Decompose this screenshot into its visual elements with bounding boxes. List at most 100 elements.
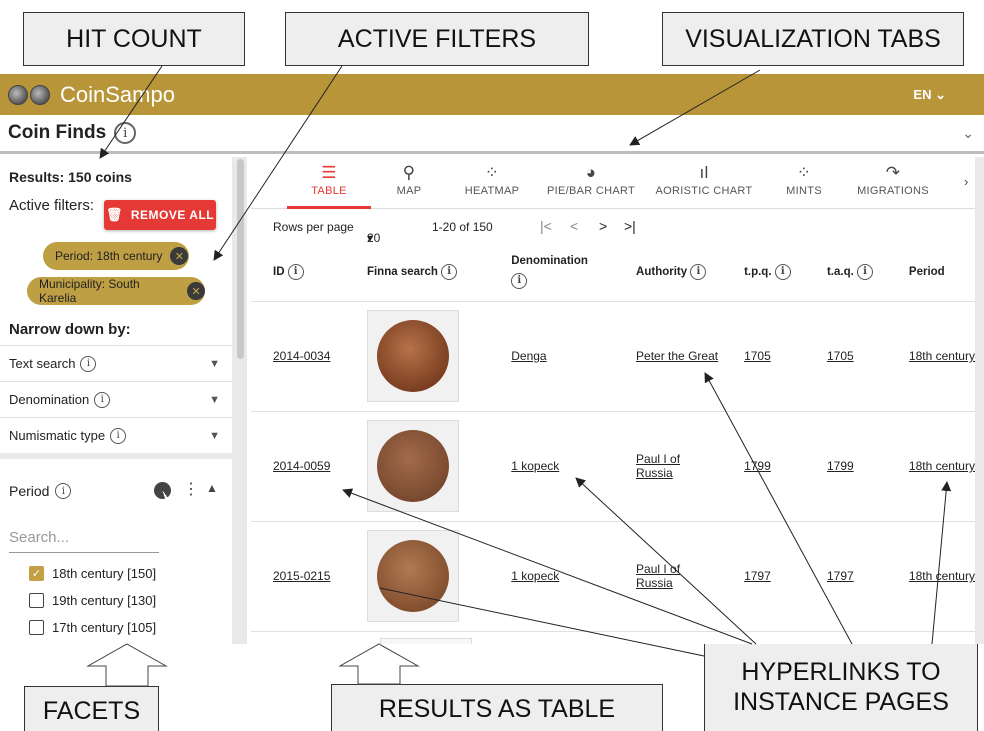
id-link[interactable]: 2015-0215 [273, 569, 330, 583]
tab-map[interactable]: ⚲ MAP [379, 163, 439, 197]
taq-link[interactable]: 1705 [827, 349, 854, 363]
curved-arrow-icon: ↷ [885, 163, 901, 182]
authority-link[interactable]: Peter the Great [636, 349, 718, 363]
info-icon[interactable]: i [690, 263, 707, 280]
close-icon[interactable]: ✕ [170, 247, 189, 265]
info-icon[interactable]: i [441, 263, 458, 280]
denomination-link[interactable]: 1 kopeck [511, 459, 559, 473]
language-selector[interactable]: EN ⌄ [913, 87, 946, 103]
taq-link[interactable]: 1797 [827, 569, 854, 583]
table-row: 2014-0059 1 kopeck Paul I of Russia 1799… [251, 411, 975, 522]
column-header-id[interactable]: ID i [251, 243, 345, 302]
callout-text: FACETS [42, 697, 141, 725]
remove-all-button[interactable]: 🗑 REMOVE ALL [104, 200, 216, 230]
info-icon[interactable]: i [94, 391, 111, 408]
filters-panel: Results: 150 coins Active filters: 🗑 REM… [0, 157, 232, 453]
more-options-icon[interactable]: ⋮ [183, 479, 199, 499]
callout-visualization-tabs: VISUALIZATION TABS [662, 12, 964, 66]
id-link[interactable]: 2014-0059 [273, 459, 330, 473]
id-link[interactable]: 2014-0034 [273, 349, 330, 363]
column-header-denomination[interactable]: Denomination i [489, 243, 615, 302]
column-header-tpq[interactable]: t.p.q. i [722, 243, 805, 302]
callout-hit-count: HIT COUNT [23, 12, 245, 66]
period-facet-header: Period i [9, 483, 72, 499]
info-icon[interactable]: i [110, 427, 127, 444]
coin-image[interactable] [366, 310, 459, 402]
info-icon[interactable]: i [55, 483, 72, 499]
chevron-right-icon[interactable]: › [964, 174, 968, 189]
checkbox-icon[interactable] [29, 593, 44, 608]
checkbox-checked-icon[interactable]: ✓ [29, 566, 44, 581]
pie-chart-icon: ◕ [585, 163, 597, 182]
tab-migrations[interactable]: ↷ MIGRATIONS [851, 163, 935, 197]
callout-active-filters: ACTIVE FILTERS [285, 12, 589, 66]
facet-text-search[interactable]: Text search i ▼ [0, 345, 232, 381]
tab-table[interactable]: ☰ TABLE [287, 163, 371, 197]
column-header-taq[interactable]: t.a.q. i [804, 243, 887, 302]
close-icon[interactable]: ✕ [187, 282, 205, 300]
period-link[interactable]: 18th century [909, 459, 975, 473]
info-icon[interactable]: i [511, 272, 528, 289]
remove-all-label: REMOVE ALL [130, 208, 215, 222]
bubble-icon: ⁘ [484, 163, 500, 182]
info-icon[interactable]: i [114, 122, 137, 144]
info-icon[interactable]: i [774, 263, 791, 280]
denomination-link[interactable]: 1 kopeck [511, 569, 559, 583]
tpq-link[interactable]: 1705 [744, 349, 771, 363]
period-option-19th[interactable]: 19th century [130] [29, 593, 156, 608]
next-page-icon[interactable]: > [599, 218, 607, 234]
authority-link[interactable]: Paul I of Russia [636, 562, 706, 590]
tab-mints[interactable]: ⁘ MINTS [776, 163, 832, 197]
column-header-finna[interactable]: Finna search i [344, 243, 490, 302]
checkbox-icon[interactable] [29, 620, 44, 635]
chevron-down-icon[interactable]: ▼ [209, 430, 220, 442]
denomination-link[interactable]: Denga [511, 349, 546, 363]
period-facet-panel: Period i ⋮ ▲ Search... ✓ 18th century [1… [0, 459, 232, 644]
brand-name[interactable]: CoinSampo [60, 82, 175, 108]
tab-heatmap[interactable]: ⁘ HEATMAP [455, 163, 529, 197]
facet-numismatic-type[interactable]: Numismatic type i ▼ [0, 417, 232, 453]
page-range: 1-20 of 150 [432, 220, 493, 234]
tab-pie-bar-chart[interactable]: ◕ PIE/BAR CHART [541, 163, 641, 197]
period-option-17th[interactable]: 17th century [105] [29, 620, 156, 635]
filter-chip-period: Period: 18th century ✕ [43, 242, 189, 270]
period-option-18th[interactable]: ✓ 18th century [150] [29, 566, 156, 581]
coin-image[interactable] [366, 420, 459, 512]
info-icon[interactable]: i [857, 263, 874, 280]
facet-label: Text search [9, 356, 76, 371]
tab-label: AORISTIC CHART [655, 185, 753, 197]
facet-denomination[interactable]: Denomination i ▼ [0, 381, 232, 417]
info-icon[interactable]: i [80, 355, 97, 372]
taq-link[interactable]: 1799 [827, 459, 854, 473]
tab-label: MIGRATIONS [857, 185, 929, 197]
callout-text: VISUALIZATION TABS [685, 25, 941, 53]
callout-text: HYPERLINKS TO [741, 658, 941, 686]
logo[interactable] [8, 84, 52, 105]
chevron-down-icon[interactable]: ⌄ [962, 125, 974, 142]
coin-image[interactable] [366, 530, 459, 622]
column-header-authority[interactable]: Authority i [614, 243, 723, 302]
tpq-link[interactable]: 1799 [744, 459, 771, 473]
header-label: Period [908, 265, 945, 278]
chevron-up-icon[interactable]: ▲ [206, 481, 218, 495]
chevron-down-icon[interactable]: ▼ [209, 394, 220, 406]
table-row: 2015-0215 1 kopeck Paul I of Russia 1797… [251, 521, 975, 632]
tab-label: HEATMAP [464, 185, 520, 197]
info-icon[interactable]: i [287, 263, 304, 280]
tab-aoristic-chart[interactable]: ıl AORISTIC CHART [653, 163, 755, 197]
callout-text: RESULTS AS TABLE [378, 695, 616, 723]
period-search-input[interactable]: Search... [9, 529, 159, 553]
option-label: 19th century [130] [52, 593, 157, 608]
period-link[interactable]: 18th century [909, 349, 975, 363]
first-page-icon[interactable]: |< [540, 218, 552, 234]
period-link[interactable]: 18th century [909, 569, 975, 583]
tpq-link[interactable]: 1797 [744, 569, 771, 583]
authority-link[interactable]: Paul I of Russia [636, 452, 706, 480]
prev-page-icon[interactable]: < [570, 218, 578, 234]
chevron-down-icon[interactable]: ▼ [209, 358, 220, 370]
column-header-period[interactable]: Period [886, 243, 975, 302]
pie-chart-icon[interactable] [154, 482, 171, 499]
last-page-icon[interactable]: >| [624, 218, 636, 234]
sidebar-scrollbar[interactable] [237, 159, 244, 359]
arrow-up-facets [86, 643, 168, 687]
